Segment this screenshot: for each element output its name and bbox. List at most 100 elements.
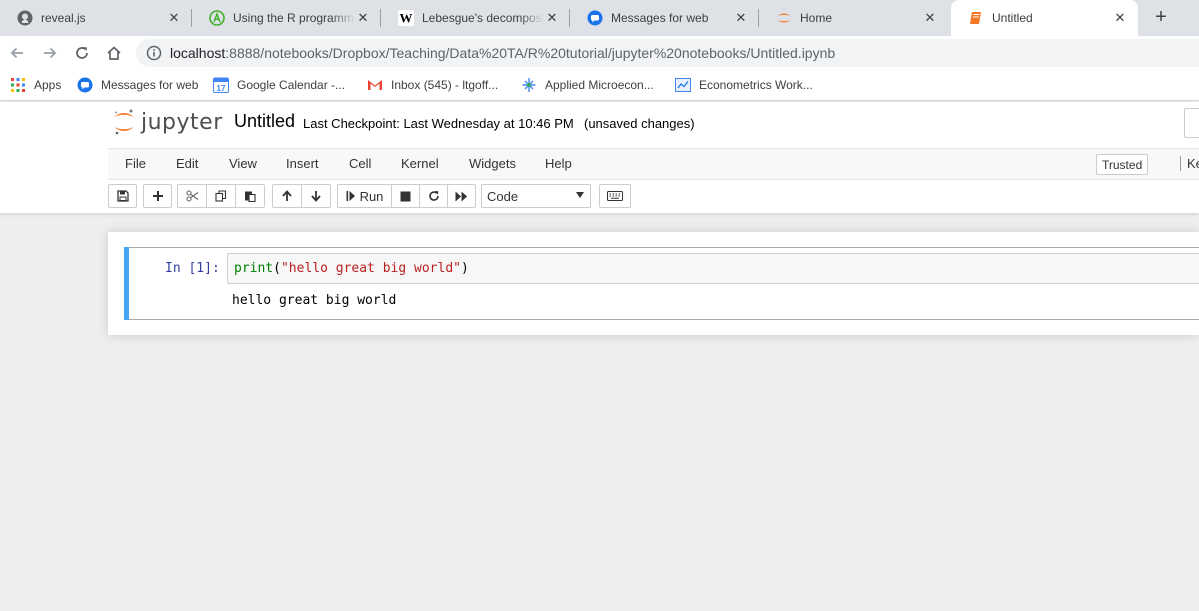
browser-tab-strip: reveal.js ✕ Using the R programming lang… [0,0,1199,36]
close-tab-icon[interactable]: ✕ [166,10,182,26]
cell-type-select[interactable]: Code [481,184,591,208]
browser-tab-revealjs[interactable]: reveal.js ✕ [0,0,192,36]
notebook-icon [968,10,984,26]
close-tab-icon[interactable]: ✕ [544,10,560,26]
move-up-button[interactable] [272,184,302,208]
jupyter-logo[interactable]: jupyter [113,108,223,136]
reload-button[interactable] [69,40,95,66]
menu-widgets[interactable]: Widgets [469,156,516,171]
apps-grid-icon [10,77,26,93]
wikipedia-icon: W [398,10,414,26]
menu-view[interactable]: View [229,156,257,171]
messages-icon [587,10,603,26]
tab-title: Lebesgue's decomposition theorem [422,11,544,25]
bookmark-apps[interactable]: Apps [10,76,61,94]
run-button[interactable]: Run [337,184,392,208]
code-editor[interactable]: print("hello great big world") [227,253,1199,284]
cut-button[interactable] [177,184,207,208]
save-button[interactable] [108,184,137,208]
fast-forward-icon [455,191,467,201]
cell-output: hello great big world [232,293,397,308]
browser-tab-lebesgue[interactable]: W Lebesgue's decomposition theorem ✕ [381,0,570,36]
interrupt-kernel-button[interactable] [391,184,420,208]
checkpoint-status: Last Checkpoint: Last Wednesday at 10:46… [303,116,574,131]
new-tab-button[interactable]: + [1150,6,1172,28]
bookmark-link-icon [521,77,537,93]
bookmark-label: Econometrics Work... [699,78,813,92]
close-tab-icon[interactable]: ✕ [922,10,938,26]
tab-title: Using the R programming language in Jupy… [233,11,355,25]
caret-down-icon [576,192,584,198]
arrow-right-icon [44,47,57,59]
arrow-down-icon [311,191,321,202]
address-bar[interactable]: localhost:8888/notebooks/Dropbox/Teachin… [136,39,1199,67]
anaconda-icon [209,10,225,26]
code-cell[interactable]: In [1]: print("hello great big world") h… [124,247,1199,320]
autosave-status: (unsaved changes) [584,116,695,131]
menu-cell[interactable]: Cell [349,156,371,171]
cell-type-value: Code [487,188,519,204]
plus-icon [152,191,163,201]
menu-kernel[interactable]: Kernel [401,156,439,171]
close-tab-icon[interactable]: ✕ [733,10,749,26]
bookmark-label: Messages for web [101,78,199,92]
jupyter-logo-icon [114,109,134,135]
browser-tab-home[interactable]: Home ✕ [759,0,948,36]
bookmark-econometrics[interactable]: Econometrics Work... [675,76,813,94]
stop-icon [400,191,411,201]
copy-button[interactable] [206,184,236,208]
svg-text:W: W [400,11,413,26]
paste-icon [245,191,256,202]
bookmarks-bar: Apps Messages for web 17 Google Calendar… [0,69,1199,101]
bookmark-page-icon [675,77,691,93]
calendar-icon: 17 [213,77,229,93]
trusted-indicator[interactable]: Trusted [1096,154,1149,175]
notebook-container: In [1]: print("hello great big world") h… [108,232,1199,335]
menu-insert[interactable]: Insert [286,156,319,171]
url-text: localhost:8888/notebooks/Dropbox/Teachin… [170,45,836,61]
arrow-left-icon [10,47,23,59]
bookmark-applied-microecon[interactable]: Applied Microecon... [521,76,654,94]
copy-icon [215,190,227,202]
command-palette-button[interactable] [599,184,631,208]
scissors-icon [185,190,198,202]
notebook-menubar: File Edit View Insert Cell Kernel Widget… [108,148,1199,180]
jupyter-icon [776,10,792,26]
bookmark-label: Apps [34,78,62,92]
forward-button[interactable] [37,40,63,66]
home-button[interactable] [101,40,127,66]
bookmark-label: Inbox (545) - ltgoff... [391,78,499,92]
jupyter-logo-text: jupyter [141,109,223,135]
tab-title: Home [800,11,833,25]
notebook-name[interactable]: Untitled [234,111,295,132]
browser-tab-messages[interactable]: Messages for web ✕ [570,0,759,36]
bookmark-google-calendar[interactable]: 17 Google Calendar -... [213,76,345,94]
browser-tab-untitled[interactable]: Untitled ✕ [951,0,1138,36]
step-forward-icon [346,191,355,201]
menu-edit[interactable]: Edit [176,156,198,171]
logout-button[interactable] [1184,108,1199,138]
tab-title: Untitled [992,11,1033,25]
insert-cell-button[interactable] [143,184,172,208]
browser-tab-r-jupyter[interactable]: Using the R programming language in Jupy… [192,0,381,36]
browser-toolbar: localhost:8888/notebooks/Dropbox/Teachin… [0,36,1199,69]
code-text: print("hello great big world") [234,261,469,276]
bookmark-messages[interactable]: Messages for web [77,76,198,94]
messages-icon [77,77,93,93]
bookmark-inbox[interactable]: Inbox (545) - ltgoff... [367,76,498,94]
kernel-indicator[interactable]: Ke [1180,156,1199,171]
menu-help[interactable]: Help [545,156,572,171]
tab-title: Messages for web [611,11,709,25]
restart-kernel-button[interactable] [419,184,448,208]
restart-icon [428,190,439,201]
restart-run-all-button[interactable] [447,184,476,208]
info-icon[interactable] [146,45,162,61]
move-down-button[interactable] [301,184,331,208]
close-tab-icon[interactable]: ✕ [355,10,371,26]
back-button[interactable] [4,40,30,66]
paste-button[interactable] [235,184,265,208]
close-tab-icon[interactable]: ✕ [1112,10,1128,26]
menu-file[interactable]: File [125,156,146,171]
svg-text:17: 17 [217,84,226,93]
keyboard-icon [607,191,623,201]
